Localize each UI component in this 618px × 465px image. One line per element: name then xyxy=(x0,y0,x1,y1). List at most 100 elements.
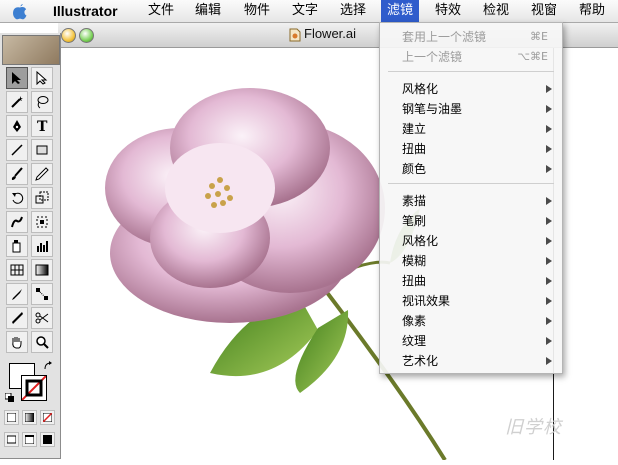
menu-view[interactable]: 检视 xyxy=(477,0,515,22)
filter-menu-dropdown: 套用上一个滤镜 ⌘E 上一个滤镜 ⌥⌘E 风格化 钢笔与油墨 建立 扭曲 颜色 … xyxy=(379,22,563,374)
zoom-icon xyxy=(36,336,49,349)
pencil-tool[interactable] xyxy=(31,163,53,185)
apple-icon[interactable] xyxy=(10,2,30,20)
blend-tool[interactable] xyxy=(31,283,53,305)
hand-icon xyxy=(12,337,22,349)
menu-help[interactable]: 帮助 xyxy=(573,0,611,22)
warp-tool[interactable] xyxy=(6,211,28,233)
free-transform-tool[interactable] xyxy=(31,211,53,233)
toolbox-header-image[interactable] xyxy=(2,35,60,65)
submenu-arrow-icon xyxy=(546,105,552,113)
lasso-tool[interactable] xyxy=(31,91,53,113)
document-icon xyxy=(289,28,301,42)
type-tool[interactable]: T xyxy=(31,115,53,137)
menu-item-label: 艺术化 xyxy=(402,354,439,368)
knife-icon xyxy=(12,312,23,324)
mesh-tool[interactable] xyxy=(6,259,28,281)
eyedropper-tool[interactable] xyxy=(6,283,28,305)
pen-tool[interactable] xyxy=(6,115,28,137)
paintbrush-icon xyxy=(11,167,23,180)
submenu-texture[interactable]: 纹理 xyxy=(380,331,562,351)
graph-tool[interactable] xyxy=(31,235,53,257)
submenu-stylize-2[interactable]: 风格化 xyxy=(380,231,562,251)
submenu-artistic[interactable]: 艺术化 xyxy=(380,351,562,371)
magic-wand-tool[interactable] xyxy=(6,91,28,113)
full-screen-mode-button[interactable] xyxy=(40,432,55,447)
svg-text:T: T xyxy=(37,119,48,133)
submenu-arrow-icon xyxy=(546,237,552,245)
menu-item-label: 扭曲 xyxy=(402,142,427,156)
submenu-arrow-icon xyxy=(546,317,552,325)
app-menu[interactable]: Illustrator xyxy=(47,0,124,22)
menu-item-label: 上一个滤镜 xyxy=(402,50,463,64)
selection-tool[interactable] xyxy=(6,67,28,89)
symbol-sprayer-tool[interactable] xyxy=(6,235,28,257)
default-colors-icon[interactable] xyxy=(5,393,15,403)
gradient-mode-button[interactable] xyxy=(22,410,37,425)
scale-tool[interactable] xyxy=(31,187,53,209)
submenu-brush-strokes[interactable]: 笔刷 xyxy=(380,211,562,231)
eyedropper-icon xyxy=(12,289,22,300)
full-screen-menu-mode-button[interactable] xyxy=(22,432,37,447)
menu-separator xyxy=(388,71,554,72)
submenu-distort-2[interactable]: 扭曲 xyxy=(380,271,562,291)
screen-mode-full-icon xyxy=(43,435,52,444)
submenu-video[interactable]: 视讯效果 xyxy=(380,291,562,311)
menu-file[interactable]: 文件 xyxy=(142,0,180,22)
color-mode-button[interactable] xyxy=(4,410,19,425)
knife-tool[interactable] xyxy=(6,307,28,329)
symbol-sprayer-icon xyxy=(12,240,21,253)
zoom-button[interactable] xyxy=(79,28,94,43)
rotate-tool[interactable] xyxy=(6,187,28,209)
submenu-pen-and-ink[interactable]: 钢笔与油墨 xyxy=(380,99,562,119)
menu-bar: Illustrator 文件 编辑 物件 文字 选择 滤镜 特效 检视 视窗 帮… xyxy=(0,0,618,23)
menu-window[interactable]: 视窗 xyxy=(525,0,563,22)
menu-filter[interactable]: 滤镜 xyxy=(381,0,420,22)
submenu-colors[interactable]: 颜色 xyxy=(380,159,562,179)
menu-type[interactable]: 文字 xyxy=(286,0,324,22)
direct-selection-icon xyxy=(36,71,48,85)
submenu-arrow-icon xyxy=(546,125,552,133)
menu-item-label: 扭曲 xyxy=(402,274,427,288)
menu-object[interactable]: 物件 xyxy=(238,0,276,22)
menu-item-label: 素描 xyxy=(402,194,427,208)
gradient-square-icon xyxy=(25,413,34,422)
menu-item-label: 视讯效果 xyxy=(402,294,451,308)
submenu-sketch[interactable]: 素描 xyxy=(380,191,562,211)
bar-graph-icon xyxy=(37,241,48,252)
hand-tool[interactable] xyxy=(6,331,28,353)
screen-mode-icon xyxy=(7,435,16,444)
menu-select[interactable]: 选择 xyxy=(334,0,372,22)
minimize-button[interactable] xyxy=(61,28,76,43)
watermark-text: 旧学校 xyxy=(505,417,562,438)
standard-screen-mode-button[interactable] xyxy=(4,432,19,447)
submenu-stylize[interactable]: 风格化 xyxy=(380,79,562,99)
scissors-tool[interactable] xyxy=(31,307,53,329)
line-segment-icon xyxy=(11,144,23,156)
menu-item-label: 笔刷 xyxy=(402,214,427,228)
submenu-arrow-icon xyxy=(546,337,552,345)
submenu-distort[interactable]: 扭曲 xyxy=(380,139,562,159)
paintbrush-tool[interactable] xyxy=(6,163,28,185)
warp-icon xyxy=(11,216,23,228)
menu-item-shortcut: ⌘E xyxy=(530,30,548,43)
magic-wand-icon xyxy=(11,96,23,108)
none-mode-button[interactable] xyxy=(40,410,55,425)
submenu-arrow-icon xyxy=(546,297,552,305)
gradient-tool[interactable] xyxy=(31,259,53,281)
zoom-tool[interactable] xyxy=(31,331,53,353)
rectangle-tool[interactable] xyxy=(31,139,53,161)
stroke-swatch[interactable] xyxy=(21,375,47,401)
swap-fill-stroke-icon[interactable] xyxy=(43,361,53,371)
line-tool[interactable] xyxy=(6,139,28,161)
submenu-arrow-icon xyxy=(546,277,552,285)
submenu-blur[interactable]: 模糊 xyxy=(380,251,562,271)
scale-icon xyxy=(35,191,49,204)
direct-selection-tool[interactable] xyxy=(31,67,53,89)
menu-effect[interactable]: 特效 xyxy=(429,0,467,22)
submenu-arrow-icon xyxy=(546,357,552,365)
menu-edit[interactable]: 编辑 xyxy=(189,0,227,22)
menu-item-label: 套用上一个滤镜 xyxy=(402,30,487,44)
submenu-create[interactable]: 建立 xyxy=(380,119,562,139)
submenu-pixelate[interactable]: 像素 xyxy=(380,311,562,331)
